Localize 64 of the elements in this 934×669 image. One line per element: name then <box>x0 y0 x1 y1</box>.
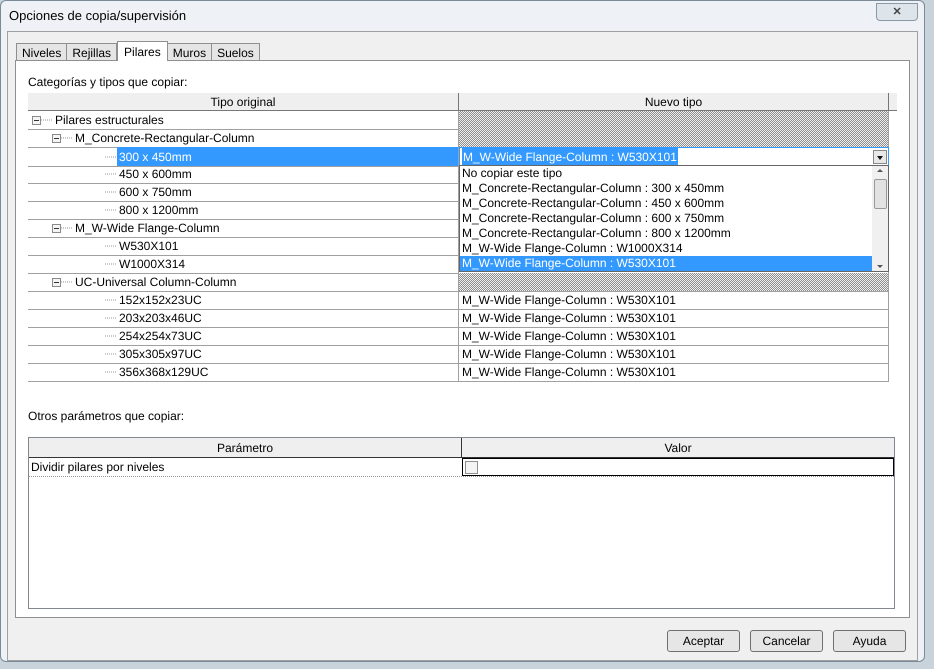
tab[interactable]: Suelos <box>211 43 260 60</box>
table-cell-text: M_W-Wide Flange-Column : W530X101 <box>462 310 676 327</box>
tree-item[interactable]: 254x254x73UC <box>117 327 204 345</box>
column-header[interactable]: Valor <box>462 438 894 457</box>
tab[interactable]: Pilares <box>117 41 168 61</box>
section-label: Otros parámetros que copiar: <box>28 408 186 425</box>
tree-connector-icon <box>61 281 73 283</box>
tree-item[interactable]: 203x203x46UC <box>117 309 204 327</box>
dropdown-option[interactable]: M_Concrete-Rectangular-Column : 800 x 1200mm <box>460 226 872 241</box>
tree-connector-icon <box>105 353 117 355</box>
dialog-button[interactable]: Ayuda <box>833 630 906 652</box>
tree-item[interactable]: W530X101 <box>117 237 180 255</box>
tab[interactable]: Niveles <box>16 43 68 60</box>
tree-item[interactable]: Pilares estructurales <box>53 111 166 129</box>
collapse-icon[interactable] <box>52 224 61 232</box>
window-title: Opciones de copia/supervisión <box>8 7 186 26</box>
dropdown-option[interactable]: M_Concrete-Rectangular-Column : 300 x 450mm <box>460 181 872 196</box>
tree-connector-icon <box>105 156 117 158</box>
tree-connector-icon <box>41 119 53 121</box>
close-button[interactable]: ✕ <box>876 3 918 21</box>
table-cell-text: M_W-Wide Flange-Column : W530X101 <box>462 364 676 381</box>
collapse-icon[interactable] <box>32 116 41 124</box>
tree-connector-icon <box>61 137 73 139</box>
dropdown-option[interactable]: M_Concrete-Rectangular-Column : 600 x 750mm <box>460 211 872 226</box>
collapse-icon[interactable] <box>52 134 61 142</box>
tree-connector-icon <box>105 209 117 211</box>
tree-item[interactable]: 450 x 600mm <box>117 165 194 183</box>
dropdown-option[interactable]: M_W-Wide Flange-Column : W1000X314 <box>460 241 872 256</box>
table-cell-text: M_W-Wide Flange-Column : W530X101 <box>462 292 676 309</box>
tree-connector-icon <box>105 335 117 337</box>
tree-connector-icon <box>105 173 117 175</box>
scrollbar[interactable] <box>872 166 888 271</box>
tab[interactable]: Muros <box>166 43 212 60</box>
tree-connector-icon <box>105 371 117 373</box>
tree-item[interactable]: 600 x 750mm <box>117 183 194 201</box>
tree-connector-icon <box>61 227 73 229</box>
tree-connector-icon <box>105 191 117 193</box>
tree-item[interactable]: 152x152x23UC <box>117 291 204 309</box>
column-header[interactable]: Tipo original <box>28 93 459 111</box>
tree-item[interactable]: 305x305x97UC <box>117 345 204 363</box>
tree-connector-icon <box>105 317 117 319</box>
collapse-icon[interactable] <box>52 278 61 286</box>
dropdown-option[interactable]: M_Concrete-Rectangular-Column : 450 x 600mm <box>460 196 872 211</box>
tree-connector-icon <box>105 263 117 265</box>
tree-item[interactable]: 800 x 1200mm <box>117 201 200 219</box>
tree-connector-icon <box>105 299 117 301</box>
tree-connector-icon <box>105 245 117 247</box>
dialog-button[interactable]: Aceptar <box>667 630 740 652</box>
tab[interactable]: Rejillas <box>66 43 118 60</box>
tree-item[interactable]: M_W-Wide Flange-Column <box>73 219 222 237</box>
tree-item[interactable]: W1000X314 <box>117 255 188 273</box>
column-header[interactable]: Parámetro <box>29 438 462 457</box>
checkbox[interactable] <box>465 460 478 474</box>
section-label: Categorías y tipos que copiar: <box>28 74 188 91</box>
table-cell-text: Dividir pilares por niveles <box>30 459 166 476</box>
tree-item[interactable]: 356x368x129UC <box>117 363 210 381</box>
table-cell-text: M_W-Wide Flange-Column : W530X101 <box>462 346 676 363</box>
tree-item[interactable]: UC-Universal Column-Column <box>73 273 238 291</box>
dialog-button[interactable]: Cancelar <box>750 630 823 652</box>
scroll-down-icon[interactable] <box>876 264 884 269</box>
dropdown-option[interactable]: No copiar este tipo <box>460 166 872 181</box>
table-cell-text: M_W-Wide Flange-Column : W530X101 <box>462 328 676 345</box>
tree-item[interactable]: M_Concrete-Rectangular-Column <box>73 129 256 147</box>
scroll-thumb[interactable] <box>874 179 886 209</box>
